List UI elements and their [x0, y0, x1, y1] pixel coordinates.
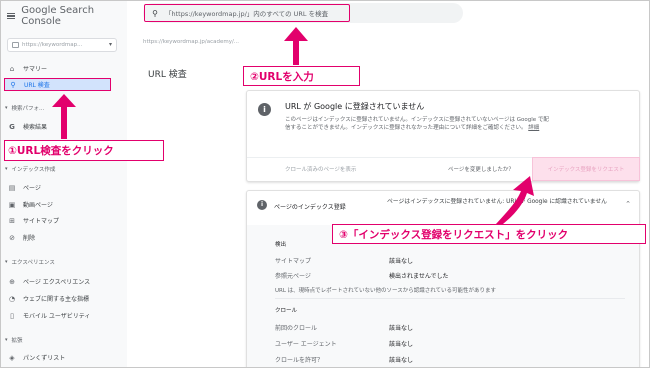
- arrow-1-shaft: [61, 105, 67, 139]
- arrow-2-head: [284, 27, 308, 41]
- annotation-step-1: ①URL検査をクリック: [4, 140, 164, 161]
- annotation-step-3: ③「インデックス登録をリクエスト」をクリック: [332, 224, 646, 244]
- screenshot-frame: Google Search Console https://keywordmap…: [0, 0, 650, 368]
- annotation-arrows: [52, 27, 534, 224]
- arrow-2-shaft: [293, 39, 299, 65]
- arrow-1-head: [52, 94, 76, 107]
- annotation-step-2: ②URLを入力: [243, 66, 360, 86]
- arrow-3-curve: [496, 176, 534, 224]
